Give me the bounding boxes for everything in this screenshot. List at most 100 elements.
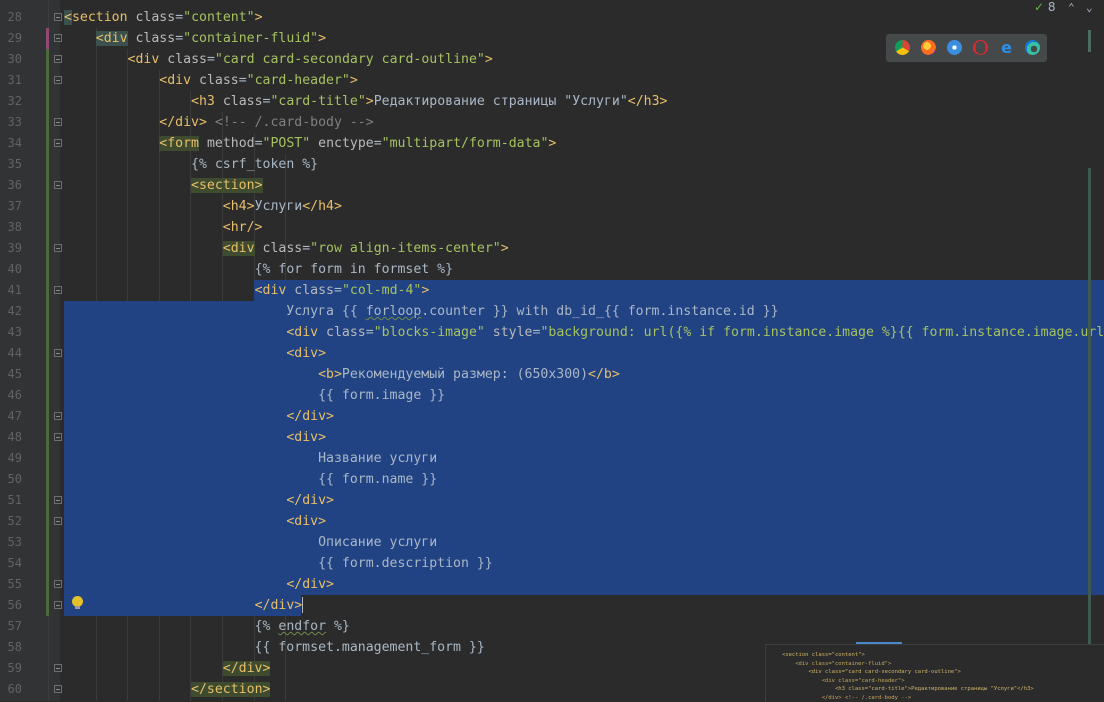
code-text: <b>Рекомендуемый размер: (650x300)</b>	[318, 367, 620, 382]
code-line[interactable]: {% for form in formset %}	[60, 259, 1104, 280]
code-text: {{ form.description }}	[64, 556, 493, 571]
code-line[interactable]: {{ form.image }}	[60, 385, 1104, 406]
vcs-change-marker[interactable]	[46, 133, 49, 154]
vcs-change-marker[interactable]	[46, 196, 49, 217]
vcs-change-marker[interactable]	[46, 574, 49, 595]
code-line[interactable]: <form method="POST" enctype="multipart/f…	[60, 133, 1104, 154]
code-line[interactable]: <hr/>	[60, 217, 1104, 238]
code-text: <h3 class="card-title">Редактирование ст…	[191, 94, 668, 109]
line-number: 51	[7, 493, 22, 507]
chevron-down-icon[interactable]: ⌄	[1086, 1, 1093, 14]
code-text: </div>	[286, 409, 334, 424]
line-number: 32	[7, 94, 22, 108]
vcs-change-marker[interactable]	[46, 112, 49, 133]
code-line[interactable]: <div class="card-header">	[60, 70, 1104, 91]
firefox-icon[interactable]	[921, 40, 936, 55]
code-line[interactable]: <b>Рекомендуемый размер: (650x300)</b>	[60, 364, 1104, 385]
code-line[interactable]: Услуга {{ forloop.counter }} with db_id_…	[60, 301, 1104, 322]
vcs-change-marker[interactable]	[46, 343, 49, 364]
line-number: 36	[7, 178, 22, 192]
code-editor[interactable]: <section class="content"> <div class="co…	[60, 0, 1104, 701]
code-line[interactable]: <div class="col-md-4">	[60, 280, 1104, 301]
vcs-change-marker[interactable]	[46, 490, 49, 511]
code-text: <section>	[191, 178, 263, 193]
code-text: Услуга {{ forloop.counter }} with db_id_…	[64, 304, 779, 319]
vcs-change-marker[interactable]	[46, 553, 49, 574]
code-line[interactable]: <div>	[60, 511, 1104, 532]
code-text: <div class="blocks-image" style="backgro…	[286, 325, 1104, 340]
code-line[interactable]: Описание услуги	[60, 532, 1104, 553]
code-line[interactable]: </div>	[60, 574, 1104, 595]
code-line[interactable]: <div class="blocks-image" style="backgro…	[60, 322, 1104, 343]
code-line[interactable]: <h4>Услуги</h4>	[60, 196, 1104, 217]
vcs-change-marker[interactable]	[46, 49, 49, 70]
lightbulb-icon[interactable]	[72, 596, 83, 609]
vcs-change-marker[interactable]	[46, 280, 49, 301]
code-text: <div class="row align-items-center">	[222, 241, 509, 256]
code-line[interactable]: </div>	[60, 490, 1104, 511]
vcs-change-marker[interactable]	[46, 532, 49, 553]
vcs-change-marker[interactable]	[46, 238, 49, 259]
vcs-change-marker[interactable]	[46, 301, 49, 322]
vcs-change-marker[interactable]	[46, 469, 49, 490]
vcs-change-marker[interactable]	[46, 154, 49, 175]
line-number: 46	[7, 388, 22, 402]
safari-icon[interactable]	[947, 40, 962, 55]
vcs-change-marker[interactable]	[46, 385, 49, 406]
line-number: 54	[7, 556, 22, 570]
vcs-change-marker[interactable]	[46, 406, 49, 427]
inspection-widget[interactable]: ✓ 8	[1034, 0, 1056, 16]
vcs-change-marker[interactable]	[46, 175, 49, 196]
inspection-count: 8	[1047, 0, 1056, 14]
code-text: </div>	[222, 661, 271, 676]
code-line[interactable]: </div> <!-- /.card-body -->	[60, 112, 1104, 133]
code-line[interactable]: {% endfor %}	[60, 616, 1104, 637]
vcs-change-marker[interactable]	[46, 322, 49, 343]
code-line[interactable]: </div>	[60, 595, 1104, 616]
code-line[interactable]: {{ form.name }}	[60, 469, 1104, 490]
line-number: 35	[7, 157, 22, 171]
code-line[interactable]: Название услуги	[60, 448, 1104, 469]
opera-icon[interactable]	[973, 40, 988, 55]
code-line[interactable]: <section>	[60, 175, 1104, 196]
code-line[interactable]: <div>	[60, 343, 1104, 364]
chevron-up-icon[interactable]: ⌃	[1068, 1, 1075, 14]
code-text: <div>	[286, 514, 327, 529]
code-text: Название услуги	[64, 451, 438, 466]
vcs-change-marker[interactable]	[46, 217, 49, 238]
code-line[interactable]: <div class="row align-items-center">	[60, 238, 1104, 259]
vcs-change-marker[interactable]	[46, 427, 49, 448]
ie-icon[interactable]: e	[999, 40, 1014, 56]
code-text: <div class="card-header">	[159, 73, 358, 88]
code-line[interactable]: <section class="content">	[60, 7, 1104, 28]
code-line[interactable]: </div>	[60, 406, 1104, 427]
vcs-change-marker[interactable]	[46, 259, 49, 280]
line-number: 41	[7, 283, 22, 297]
line-number: 53	[7, 535, 22, 549]
vcs-change-marker[interactable]	[46, 595, 49, 616]
code-line[interactable]: {% csrf_token %}	[60, 154, 1104, 175]
scroll-marker[interactable]	[1088, 30, 1091, 52]
code-text: {{ formset.management_form }}	[64, 640, 485, 655]
scroll-marker[interactable]	[1088, 168, 1091, 668]
code-line[interactable]: <h3 class="card-title">Редактирование ст…	[60, 91, 1104, 112]
vcs-change-marker[interactable]	[46, 511, 49, 532]
code-text: <div class="col-md-4">	[254, 283, 430, 298]
vcs-change-marker[interactable]	[46, 28, 49, 49]
code-line[interactable]: <div>	[60, 427, 1104, 448]
code-text: {{ form.name }}	[64, 472, 438, 487]
code-text: </div>	[254, 597, 304, 613]
line-number: 52	[7, 514, 22, 528]
code-line[interactable]: {{ form.description }}	[60, 553, 1104, 574]
code-text: <div>	[286, 430, 327, 445]
vcs-change-marker[interactable]	[46, 70, 49, 91]
chrome-icon[interactable]	[895, 40, 910, 55]
vcs-change-marker[interactable]	[46, 91, 49, 112]
vcs-change-marker[interactable]	[46, 448, 49, 469]
code-minimap[interactable]: <section class="content"> <div class="co…	[765, 644, 1104, 702]
code-text: {{ form.image }}	[64, 388, 446, 403]
code-text: {% for form in formset %}	[254, 262, 454, 277]
edge-icon[interactable]	[1025, 40, 1040, 55]
vcs-change-marker[interactable]	[46, 364, 49, 385]
line-number: 43	[7, 325, 22, 339]
